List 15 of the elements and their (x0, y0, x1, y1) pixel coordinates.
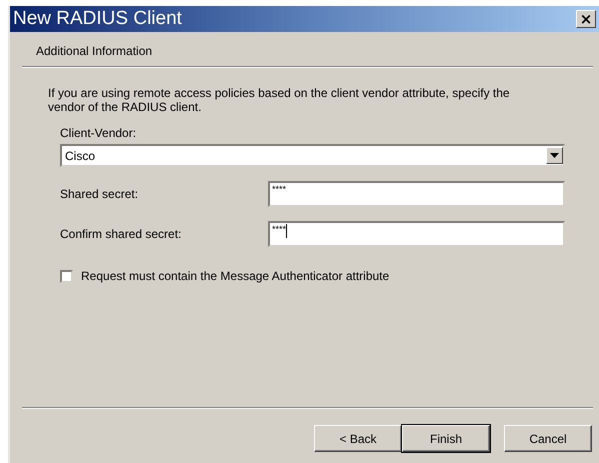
description-text: If you are using remote access policies based on the client vendor attribute, specify the vendor of the RADIUS client. (48, 86, 511, 114)
close-button[interactable]: × (576, 10, 596, 28)
password-field[interactable]: **** (268, 181, 565, 207)
field-label: Confirm shared secret: (60, 226, 182, 241)
password-field[interactable]: **** (268, 221, 565, 247)
page-heading: Additional Information (36, 44, 152, 58)
checkbox-label: Request must contain the Message Authenticator attribute (81, 269, 390, 283)
checkbox[interactable] (60, 270, 73, 282)
back-button[interactable]: < Back (314, 425, 402, 452)
cancel-button[interactable]: Cancel (504, 425, 592, 452)
vendor-dropdown[interactable]: Cisco (60, 144, 565, 167)
window-title: New RADIUS Client (13, 8, 182, 30)
field-label: Client-Vendor: (60, 126, 136, 140)
field-label: Shared secret: (60, 186, 140, 201)
finish-button[interactable]: Finish (402, 425, 490, 452)
